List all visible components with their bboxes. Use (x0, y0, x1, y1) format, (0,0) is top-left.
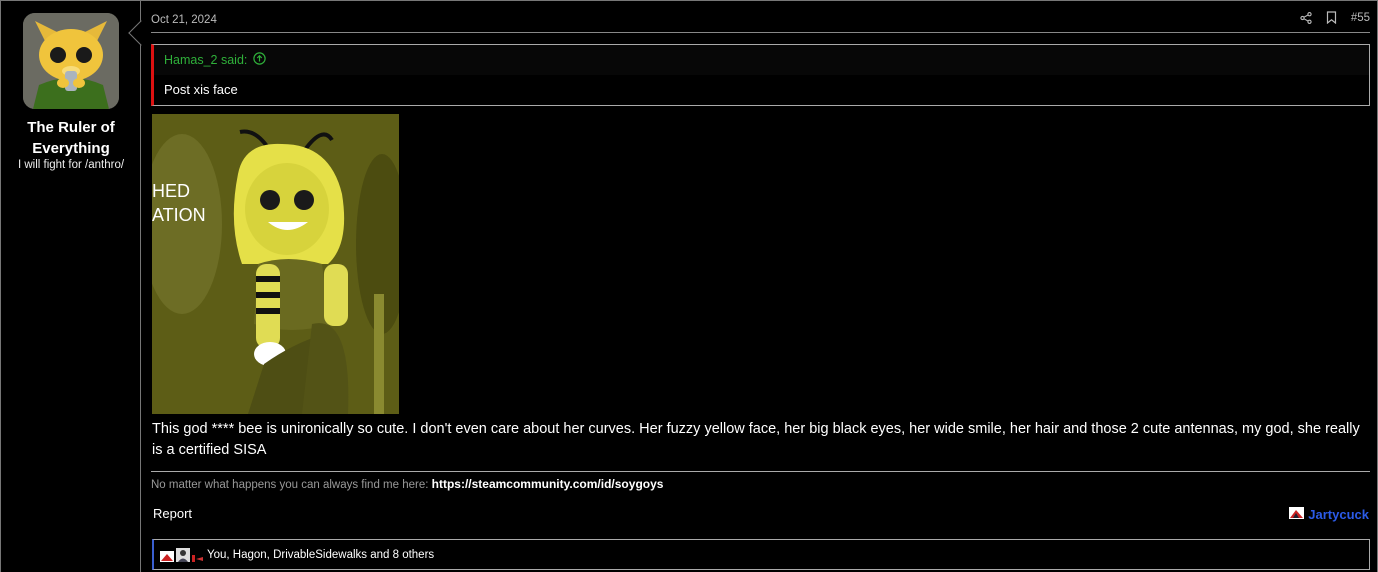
reactions-text[interactable]: You, Hagon, DrivableSidewalks and 8 othe… (207, 549, 434, 561)
avatar[interactable] (23, 13, 119, 109)
user-avatar-icon (1289, 507, 1305, 522)
user-sidebar: The Ruler of Everything I will fight for… (1, 1, 141, 572)
image-caption-line-1: HED (152, 181, 190, 201)
image-caption-line-2: ATION (152, 205, 206, 225)
report-link[interactable]: Report (153, 506, 192, 521)
post-actions: #55 (1300, 11, 1370, 24)
post: The Ruler of Everything I will fight for… (0, 0, 1378, 572)
reaction-emoji-icon (160, 547, 203, 562)
post-main: Oct 21, 2024 #55 Hamas_2 said: Post xis … (142, 1, 1378, 572)
last-user-name[interactable]: Jartycuck (1308, 507, 1369, 522)
post-header: Oct 21, 2024 #55 (151, 1, 1370, 33)
share-icon[interactable] (1300, 11, 1312, 24)
quote-text: Post xis face (164, 82, 238, 97)
post-number[interactable]: #55 (1351, 12, 1370, 24)
username[interactable]: The Ruler of Everything (1, 117, 141, 159)
quote-block: Hamas_2 said: Post xis face (151, 44, 1370, 106)
signature-prefix: No matter what happens you can always fi… (151, 479, 432, 491)
quote-header[interactable]: Hamas_2 said: (154, 45, 1369, 75)
post-date[interactable]: Oct 21, 2024 (151, 14, 217, 26)
post-message: This god **** bee is unironically so cut… (152, 421, 1360, 458)
user-title: I will fight for /anthro/ (17, 159, 125, 171)
post-image[interactable]: HED ATION (152, 114, 399, 414)
last-user-link[interactable]: Jartycuck (1289, 507, 1369, 522)
reaction-icons (160, 547, 204, 563)
reactions-bar[interactable]: You, Hagon, DrivableSidewalks and 8 othe… (152, 539, 1370, 570)
arrow-up-circle-icon[interactable] (253, 52, 267, 68)
quote-author[interactable]: Hamas_2 said: (164, 53, 247, 67)
signature-link[interactable]: https://steamcommunity.com/id/soygoys (432, 477, 664, 491)
signature: No matter what happens you can always fi… (151, 471, 1370, 491)
bookmark-icon[interactable] (1326, 11, 1337, 24)
